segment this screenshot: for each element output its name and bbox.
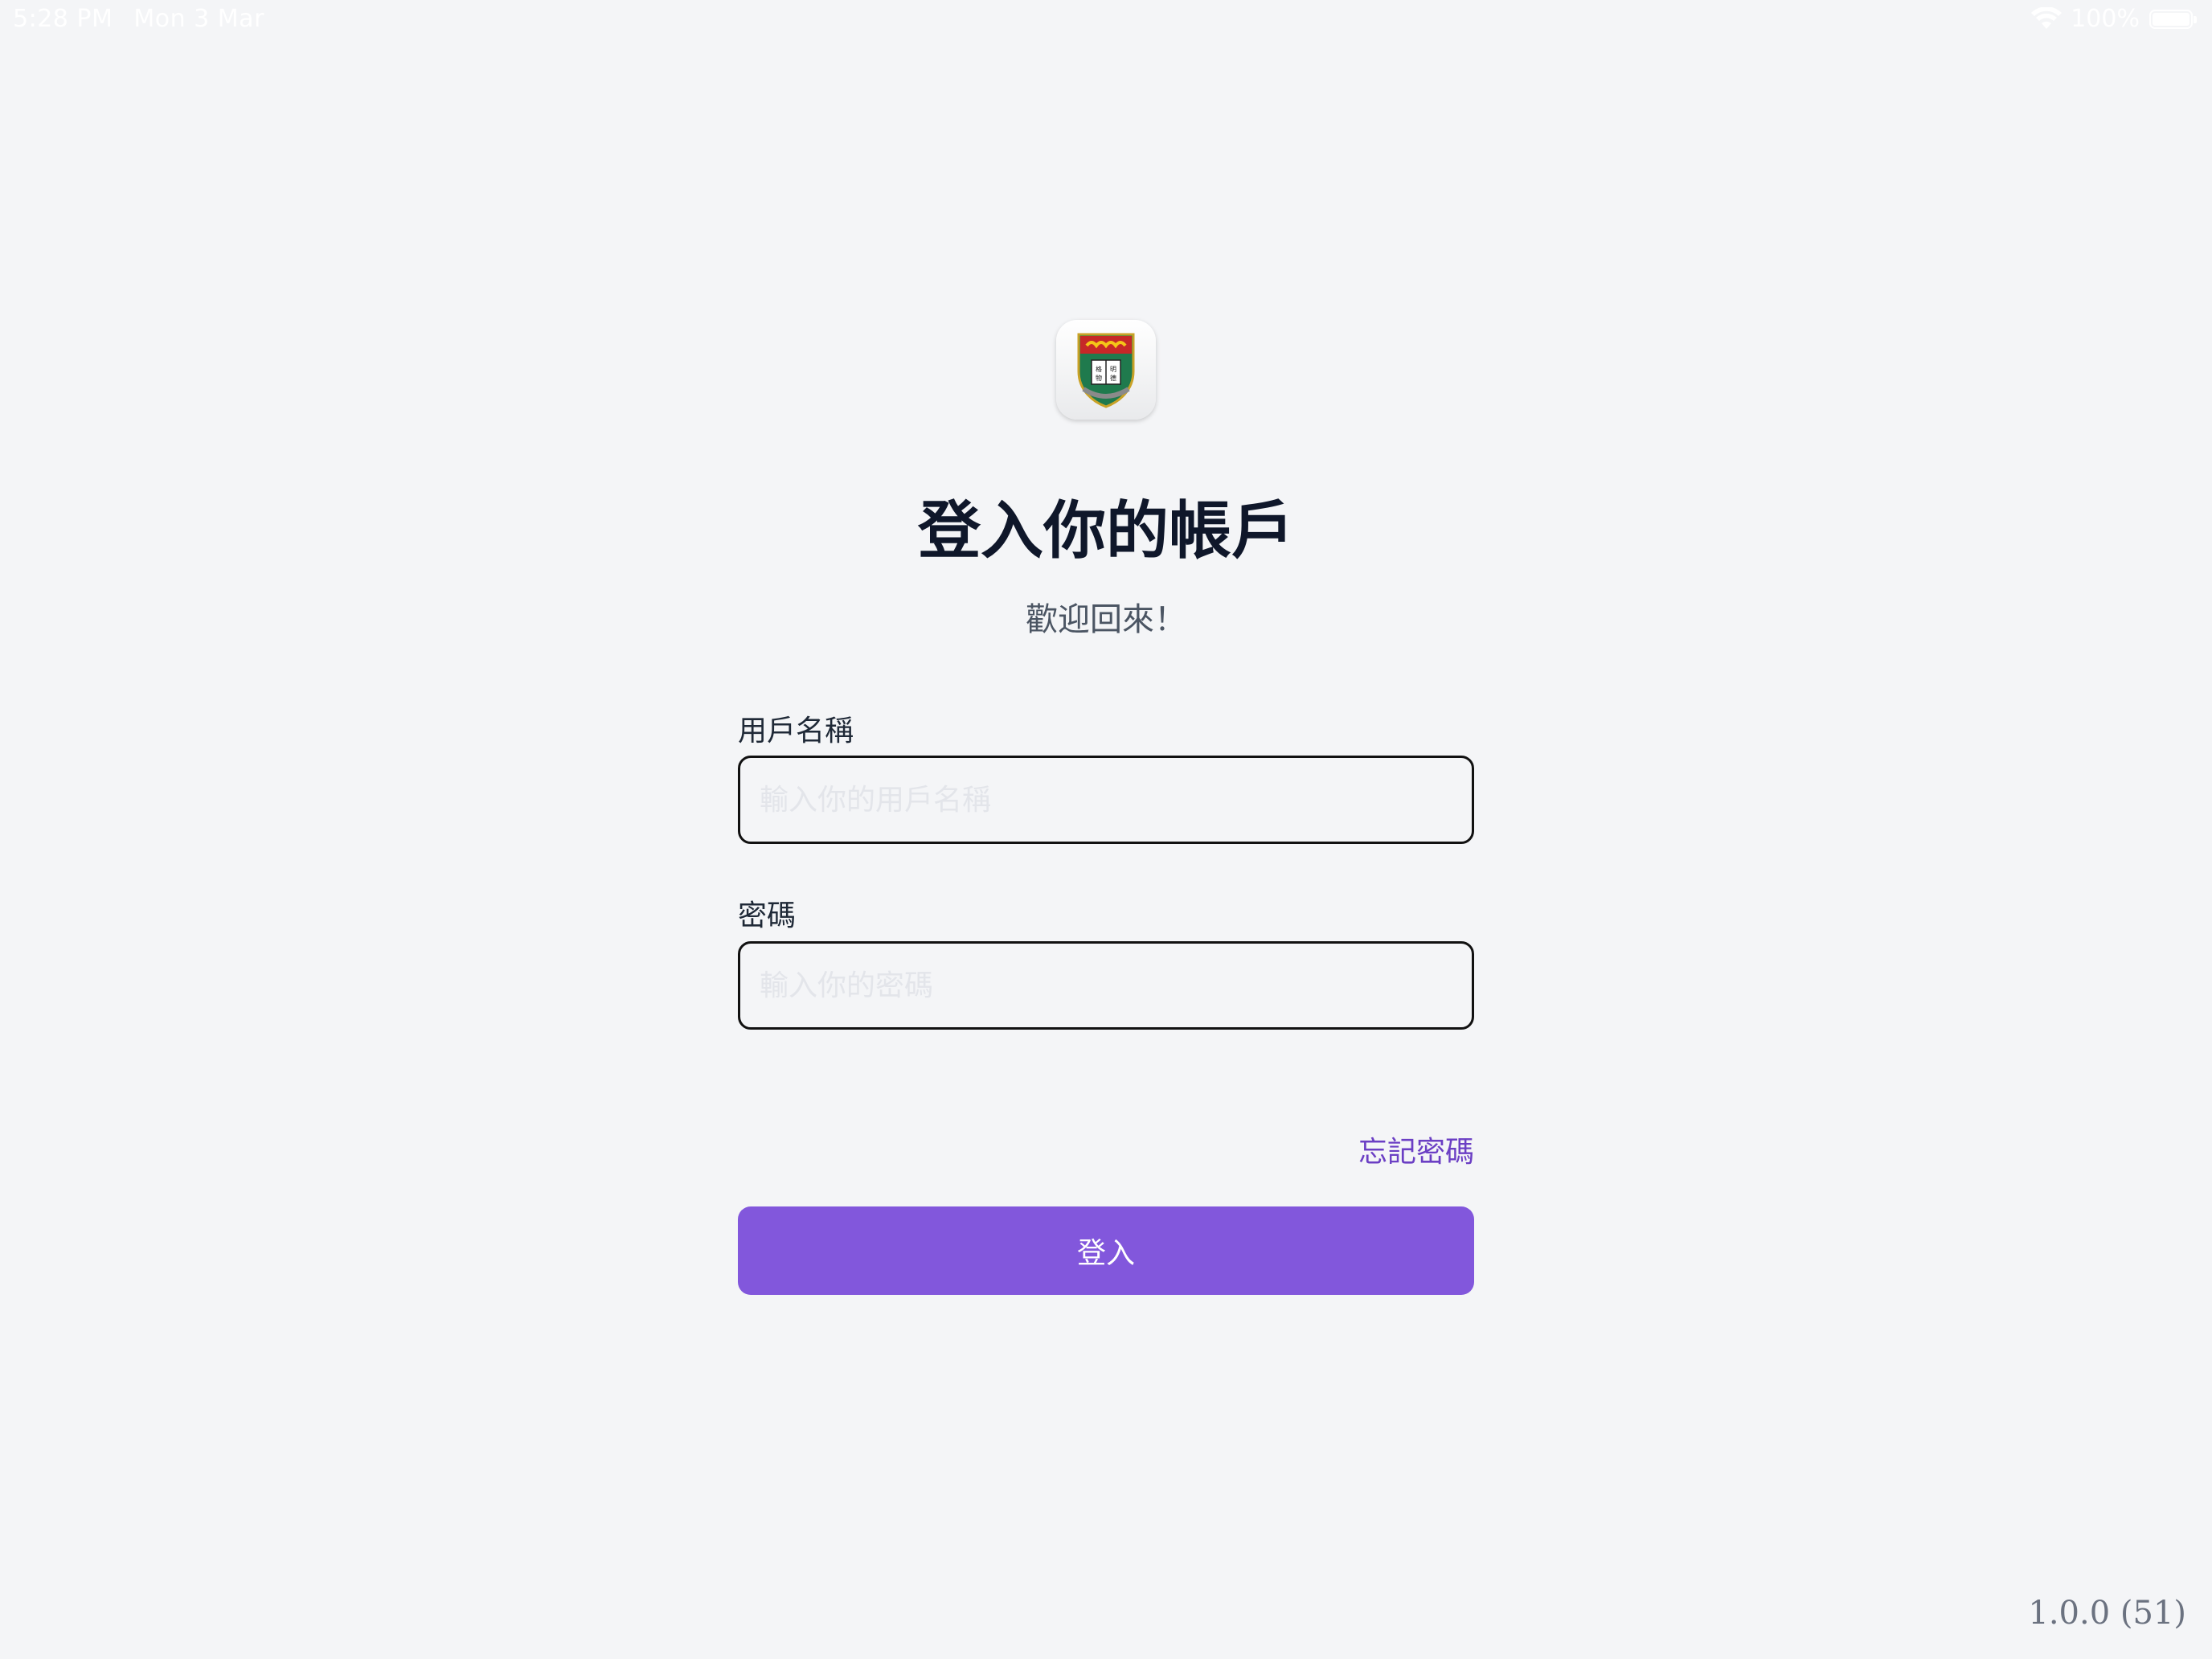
password-input[interactable]	[738, 941, 1474, 1030]
username-label: 用戶名稱	[738, 715, 854, 748]
svg-text:德: 德	[1110, 374, 1116, 382]
svg-text:明: 明	[1110, 366, 1116, 373]
svg-text:格: 格	[1096, 365, 1102, 373]
battery-percent: 100%	[2071, 5, 2140, 33]
status-indicators: 100%	[2030, 5, 2197, 33]
app-version: 1.0.0 (51)	[2028, 1595, 2186, 1632]
svg-text:物: 物	[1096, 374, 1102, 382]
password-label: 密碼	[738, 899, 797, 932]
status-date: Mon 3 Mar	[133, 5, 264, 33]
app-logo: 格 明 物 德	[1056, 320, 1156, 420]
wifi-icon	[2031, 6, 2062, 29]
status-time-date: 5:28 PM Mon 3 Mar	[13, 5, 264, 33]
status-bar: 5:28 PM Mon 3 Mar 100%	[0, 0, 2212, 42]
forgot-password-link[interactable]: 忘記密碼	[1358, 1129, 1474, 1170]
login-button[interactable]: 登入	[738, 1206, 1474, 1295]
username-input[interactable]	[738, 756, 1474, 844]
page-title: 登入你的帳戶	[917, 495, 1294, 567]
status-time: 5:28 PM	[13, 5, 113, 33]
battery-icon	[2149, 9, 2197, 29]
page-subtitle: 歡迎回來！	[1026, 601, 1186, 638]
university-crest-icon: 格 明 物 德	[1077, 333, 1135, 408]
